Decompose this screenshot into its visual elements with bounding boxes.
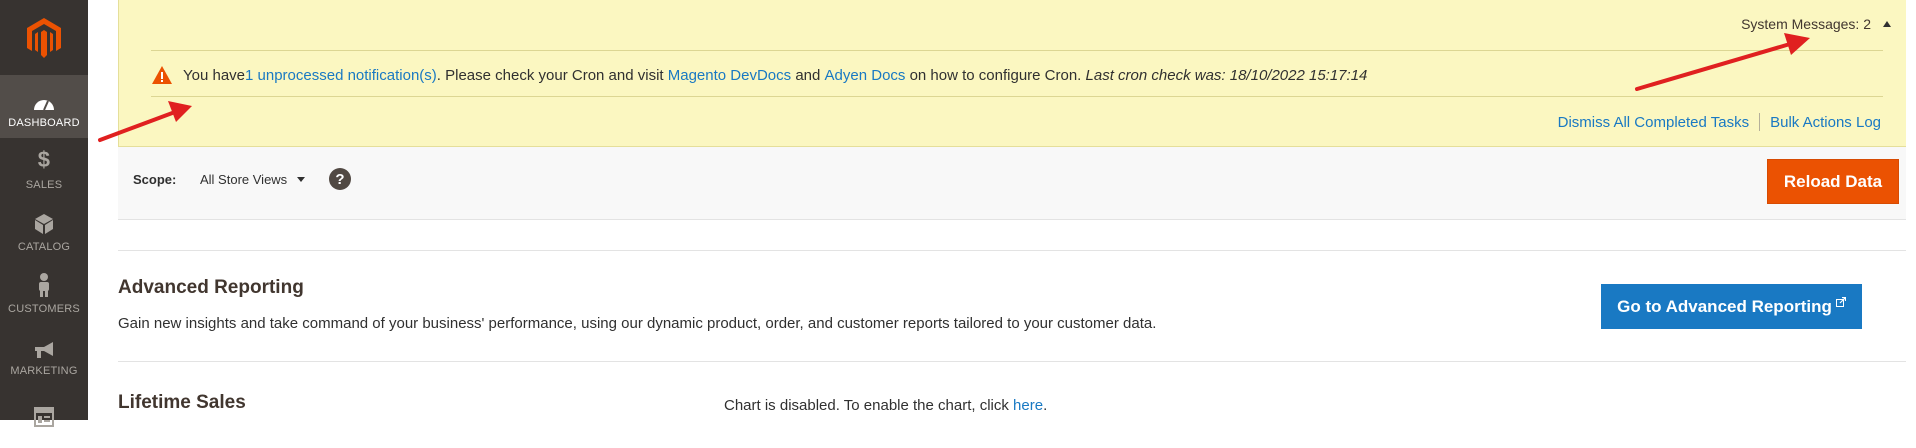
message-text: . Please check your Cron and visit: [436, 66, 668, 84]
system-messages-actions: Dismiss All Completed Tasks Bulk Actions…: [1558, 113, 1881, 131]
divider: [118, 250, 1914, 251]
system-messages-count: System Messages: 2: [1741, 16, 1871, 32]
scope-label: Scope:: [133, 172, 177, 187]
message-text: Chart is disabled. To enable the chart, …: [724, 397, 1014, 414]
button-label: Go to Advanced Reporting: [1617, 296, 1832, 316]
sidebar-item-label: CUSTOMERS: [8, 303, 80, 315]
advanced-reporting-title: Advanced Reporting: [118, 277, 304, 298]
system-messages-toggle[interactable]: System Messages: 2: [1741, 16, 1891, 32]
sidebar-item-label: MARKETING: [10, 365, 78, 377]
unprocessed-notifications-link[interactable]: 1 unprocessed notification(s): [245, 67, 437, 84]
go-to-advanced-reporting-button[interactable]: Go to Advanced Reporting: [1601, 284, 1862, 329]
last-cron-check: Last cron check was: 18/10/2022 15:17:14: [1085, 66, 1368, 84]
dismiss-completed-tasks-link[interactable]: Dismiss All Completed Tasks: [1558, 114, 1749, 131]
external-link-icon: [1835, 296, 1846, 307]
divider: [151, 96, 1883, 97]
enable-chart-link[interactable]: here: [1013, 397, 1043, 414]
magento-logo[interactable]: [0, 0, 88, 75]
sidebar-item-customers[interactable]: CUSTOMERS: [0, 262, 88, 324]
message-text: and: [791, 66, 825, 84]
sidebar-item-label: DASHBOARD: [8, 116, 80, 129]
cron-warning-message: You have 1 unprocessed notification(s) .…: [151, 65, 1367, 85]
sidebar-item-label: SALES: [25, 179, 63, 191]
sidebar-item-label: CATALOG: [17, 241, 71, 253]
megaphone-icon: [32, 333, 56, 359]
scope-value: All Store Views: [200, 172, 288, 187]
sidebar-item-dashboard[interactable]: DASHBOARD: [0, 75, 88, 138]
collapse-arrow-icon: [1883, 21, 1891, 27]
sidebar-item-content[interactable]: [0, 386, 88, 448]
bulk-actions-log-link[interactable]: Bulk Actions Log: [1770, 114, 1881, 131]
lifetime-sales-title: Lifetime Sales: [118, 392, 246, 413]
box-icon: [34, 209, 54, 235]
help-icon[interactable]: ?: [329, 168, 351, 190]
message-text: You have: [183, 66, 246, 84]
sidebar-item-sales[interactable]: $ SALES: [0, 138, 88, 200]
magento-devdocs-link[interactable]: Magento DevDocs: [668, 67, 791, 84]
sidebar-item-marketing[interactable]: MARKETING: [0, 324, 88, 386]
advanced-reporting-description: Gain new insights and take command of yo…: [118, 315, 1157, 332]
scope-toolbar: Scope: All Store Views ? Reload Data: [118, 147, 1914, 220]
magento-logo-icon: [27, 17, 61, 58]
chevron-down-icon: [297, 177, 306, 182]
person-icon: [37, 271, 51, 297]
chart-disabled-message: Chart is disabled. To enable the chart, …: [724, 397, 1047, 414]
warning-icon: [152, 66, 172, 84]
content-icon: [34, 401, 54, 427]
dashboard-icon: [33, 85, 55, 111]
reload-data-button[interactable]: Reload Data: [1767, 159, 1899, 204]
dollar-icon: $: [37, 147, 51, 172]
separator: [1759, 113, 1761, 131]
admin-sidebar: DASHBOARD $ SALES CATALOG CUSTOMERS MARK…: [0, 0, 88, 427]
scrollbar-track[interactable]: [1906, 0, 1916, 420]
main-content: System Messages: 2 You have 1 unprocesse…: [88, 0, 1916, 420]
message-text: on how to configure Cron.: [905, 66, 1086, 84]
adyen-docs-link[interactable]: Adyen Docs: [825, 67, 906, 84]
message-text: .: [1043, 397, 1048, 414]
divider: [151, 50, 1883, 51]
system-messages-panel: System Messages: 2 You have 1 unprocesse…: [118, 0, 1914, 147]
sidebar-item-catalog[interactable]: CATALOG: [0, 200, 88, 262]
scope-switcher[interactable]: All Store Views: [200, 172, 306, 187]
divider: [118, 361, 1914, 362]
